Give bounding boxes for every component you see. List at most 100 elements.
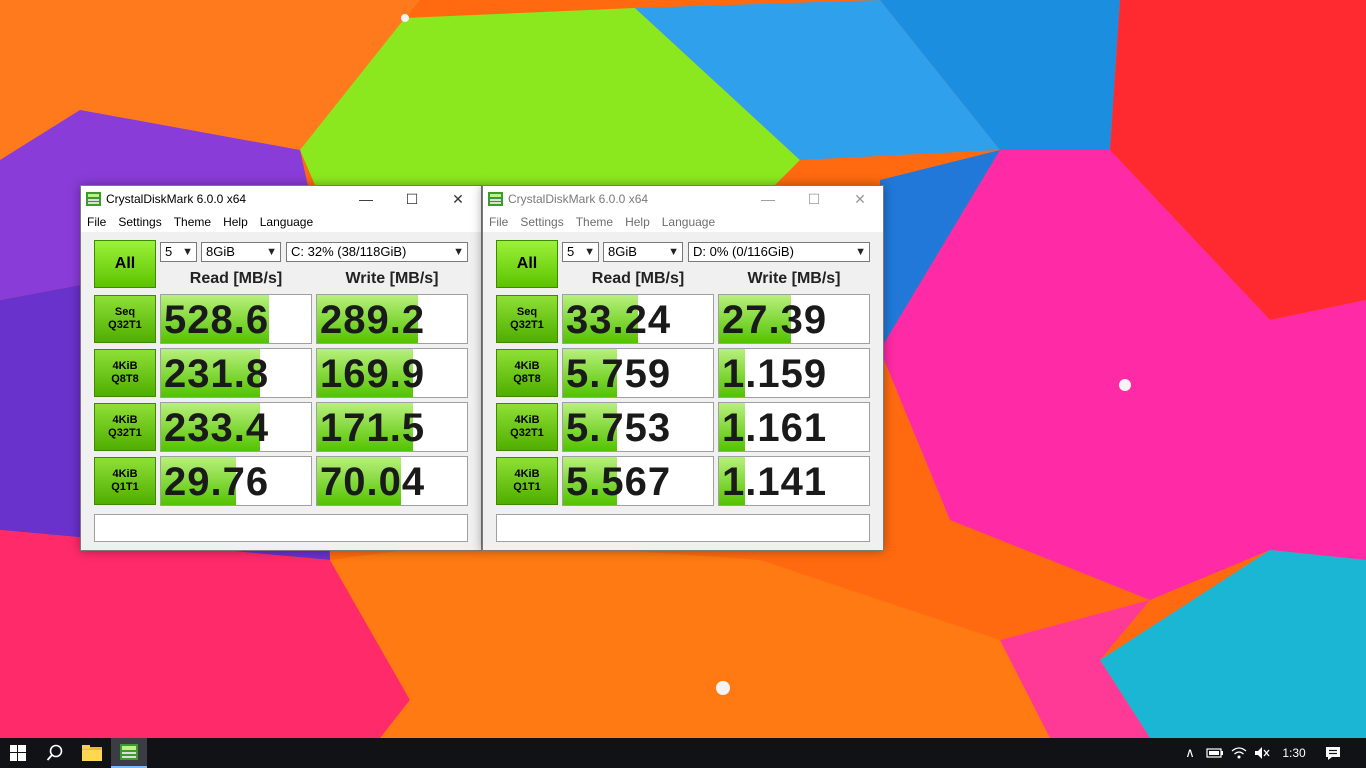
chevron-down-icon: ▼ [668, 246, 679, 258]
volume-muted-icon[interactable] [1251, 738, 1273, 768]
row-label-line1: Seq [516, 306, 538, 318]
test-4kib-q32t1-button[interactable]: 4KiB Q32T1 [496, 403, 558, 451]
crystaldiskmark-icon [488, 192, 503, 206]
test-seq-q32t1-button[interactable]: Seq Q32T1 [496, 295, 558, 343]
test-count-value: 5 [567, 244, 575, 259]
write-result-cell: 171.5 [316, 402, 468, 452]
write-result-value: 289.2 [320, 298, 426, 342]
read-result-cell: 33.24 [562, 294, 714, 344]
read-result-cell: 5.753 [562, 402, 714, 452]
window-title: CrystalDiskMark 6.0.0 x64 [106, 192, 247, 206]
row-label-line1: Seq [114, 306, 136, 318]
drive-select[interactable]: C: 32% (38/118GiB) ▼ [286, 242, 468, 262]
row-label-line1: 4KiB [112, 468, 138, 480]
test-seq-q32t1-button[interactable]: Seq Q32T1 [94, 295, 156, 343]
write-result-value: 1.141 [722, 460, 828, 504]
search-icon[interactable] [37, 738, 73, 768]
chevron-up-icon[interactable]: ∧ [1180, 738, 1200, 768]
menu-theme[interactable]: Theme [174, 215, 211, 229]
test-size-select[interactable]: 8GiB ▼ [603, 242, 683, 262]
window-title: CrystalDiskMark 6.0.0 x64 [508, 192, 649, 206]
crystaldiskmark-window-d[interactable]: CrystalDiskMark 6.0.0 x64 — ☐ ✕ File Set… [482, 185, 884, 551]
minimize-button[interactable]: — [343, 186, 389, 212]
row-label-line2: Q32T1 [108, 319, 142, 331]
maximize-button[interactable]: ☐ [389, 186, 435, 212]
title-bar[interactable]: CrystalDiskMark 6.0.0 x64 — ☐ ✕ [483, 186, 883, 212]
row-label-line2: Q8T8 [513, 373, 541, 385]
menu-settings[interactable]: Settings [118, 215, 161, 229]
drive-value: C: 32% (38/118GiB) [291, 244, 407, 259]
menu-settings[interactable]: Settings [520, 215, 563, 229]
benchmark-panel: All 5 ▼ 8GiB ▼ C: 32% (38/118GiB) ▼ Read [M… [81, 232, 481, 550]
menu-language[interactable]: Language [260, 215, 313, 229]
read-result-cell: 233.4 [160, 402, 312, 452]
crystaldiskmark-window-c[interactable]: CrystalDiskMark 6.0.0 x64 — ☐ ✕ File Set… [80, 185, 482, 551]
chevron-down-icon: ▼ [453, 246, 464, 258]
run-all-button[interactable]: All [94, 240, 156, 288]
menu-file[interactable]: File [489, 215, 508, 229]
row-label-line2: Q1T1 [513, 481, 541, 493]
close-button[interactable]: ✕ [837, 186, 883, 212]
windows-start-icon[interactable] [0, 738, 36, 768]
drive-value: D: 0% (0/116GiB) [693, 244, 794, 259]
read-column-header: Read [MB/s] [591, 270, 685, 287]
test-size-value: 8GiB [608, 244, 637, 259]
test-4kib-q1t1-button[interactable]: 4KiB Q1T1 [496, 457, 558, 505]
crystaldiskmark-icon [86, 192, 101, 206]
write-result-cell: 169.9 [316, 348, 468, 398]
write-result-value: 70.04 [320, 460, 426, 504]
read-result-value: 5.759 [566, 352, 672, 396]
comment-input[interactable] [496, 514, 870, 542]
row-label-line1: 4KiB [112, 414, 138, 426]
minimize-button[interactable]: — [745, 186, 791, 212]
test-count-select[interactable]: 5 ▼ [160, 242, 197, 262]
test-size-select[interactable]: 8GiB ▼ [201, 242, 281, 262]
read-result-value: 5.753 [566, 406, 672, 450]
battery-icon[interactable] [1204, 738, 1226, 768]
write-result-value: 27.39 [722, 298, 828, 342]
row-label-line1: 4KiB [112, 360, 138, 372]
notification-icon[interactable] [1318, 738, 1348, 768]
run-all-button[interactable]: All [496, 240, 558, 288]
menu-help[interactable]: Help [223, 215, 248, 229]
chevron-down-icon: ▼ [855, 246, 866, 258]
file-explorer-icon[interactable] [74, 738, 110, 768]
test-4kib-q8t8-button[interactable]: 4KiB Q8T8 [496, 349, 558, 397]
clock[interactable]: 1:30 [1276, 738, 1312, 768]
read-result-value: 33.24 [566, 298, 672, 342]
chevron-down-icon: ▼ [266, 246, 277, 258]
test-4kib-q8t8-button[interactable]: 4KiB Q8T8 [94, 349, 156, 397]
read-result-value: 5.567 [566, 460, 672, 504]
row-label-line1: 4KiB [514, 360, 540, 372]
menu-help[interactable]: Help [625, 215, 650, 229]
write-result-cell: 1.161 [718, 402, 870, 452]
menu-language[interactable]: Language [662, 215, 715, 229]
row-label-line2: Q32T1 [510, 319, 544, 331]
test-count-select[interactable]: 5 ▼ [562, 242, 599, 262]
row-label-line2: Q1T1 [111, 481, 139, 493]
write-result-cell: 70.04 [316, 456, 468, 506]
test-4kib-q32t1-button[interactable]: 4KiB Q32T1 [94, 403, 156, 451]
benchmark-panel: All 5 ▼ 8GiB ▼ D: 0% (0/116GiB) ▼ Read [MB/… [483, 232, 883, 550]
crystaldiskmark-icon[interactable] [111, 738, 147, 768]
menu-file[interactable]: File [87, 215, 106, 229]
menu-bar: File Settings Theme Help Language [81, 212, 481, 232]
taskbar: ∧ 1:30 [0, 738, 1366, 768]
write-result-cell: 1.141 [718, 456, 870, 506]
comment-input[interactable] [94, 514, 468, 542]
test-count-value: 5 [165, 244, 173, 259]
menu-bar: File Settings Theme Help Language [483, 212, 883, 232]
menu-theme[interactable]: Theme [576, 215, 613, 229]
close-button[interactable]: ✕ [435, 186, 481, 212]
title-bar[interactable]: CrystalDiskMark 6.0.0 x64 — ☐ ✕ [81, 186, 481, 212]
row-label-line2: Q32T1 [108, 427, 142, 439]
test-4kib-q1t1-button[interactable]: 4KiB Q1T1 [94, 457, 156, 505]
maximize-button[interactable]: ☐ [791, 186, 837, 212]
test-size-value: 8GiB [206, 244, 235, 259]
row-label-line2: Q8T8 [111, 373, 139, 385]
chevron-down-icon: ▼ [182, 246, 193, 258]
wifi-icon[interactable] [1228, 738, 1250, 768]
drive-select[interactable]: D: 0% (0/116GiB) ▼ [688, 242, 870, 262]
row-label-line1: 4KiB [514, 468, 540, 480]
read-result-value: 29.76 [164, 460, 270, 504]
